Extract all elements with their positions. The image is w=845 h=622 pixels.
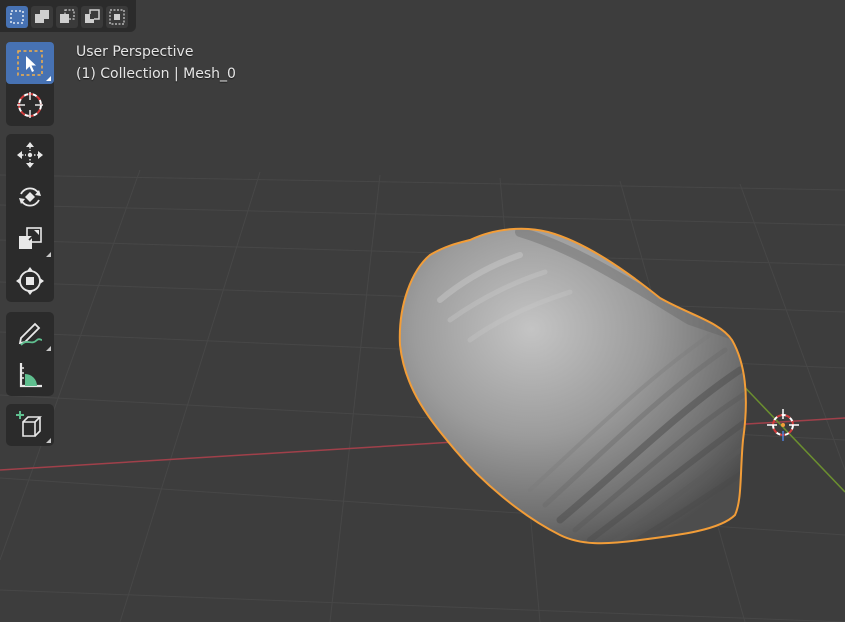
scale-tool[interactable]: [6, 218, 54, 260]
select-intersect-button[interactable]: [106, 6, 128, 28]
select-invert-button[interactable]: [81, 6, 103, 28]
select-extend-button[interactable]: [31, 6, 53, 28]
measure-tool[interactable]: [6, 354, 54, 396]
select-intersect-icon: [109, 9, 125, 25]
transform-icon: [16, 267, 44, 295]
select-extend-icon: [35, 10, 49, 23]
3d-viewport[interactable]: [0, 0, 845, 622]
scale-icon: [19, 227, 42, 249]
cursor-arrow-icon: [17, 50, 43, 76]
select-new-icon: [10, 10, 24, 24]
toolbar-transform-group: [6, 134, 54, 302]
3d-cursor-icon: [17, 92, 43, 118]
toolbar-add-group: [6, 404, 54, 446]
view-perspective-label: User Perspective: [76, 44, 194, 60]
mesh-object[interactable]: [398, 227, 748, 545]
add-cube-tool[interactable]: [6, 404, 54, 446]
pencil-annotate-icon: [18, 322, 43, 346]
collection-label: (1) Collection | Mesh_0: [76, 66, 236, 82]
toolbar-select-group: [6, 42, 54, 126]
select-subtract-button[interactable]: [56, 6, 78, 28]
add-cube-icon: [16, 411, 42, 437]
transform-tool[interactable]: [6, 260, 54, 302]
toolbar-annotate-group: [6, 312, 54, 396]
annotate-tool[interactable]: [6, 312, 54, 354]
rotate-icon: [19, 187, 41, 207]
move-arrows-icon: [17, 142, 43, 168]
select-invert-icon: [85, 9, 100, 23]
move-tool[interactable]: [6, 134, 54, 176]
select-box-tool[interactable]: [6, 42, 54, 84]
ruler-measure-icon: [19, 363, 42, 388]
select-mode-strip: [0, 0, 136, 32]
select-subtract-icon: [60, 9, 75, 23]
rotate-tool[interactable]: [6, 176, 54, 218]
select-new-button[interactable]: [6, 6, 28, 28]
cursor-tool[interactable]: [6, 84, 54, 126]
